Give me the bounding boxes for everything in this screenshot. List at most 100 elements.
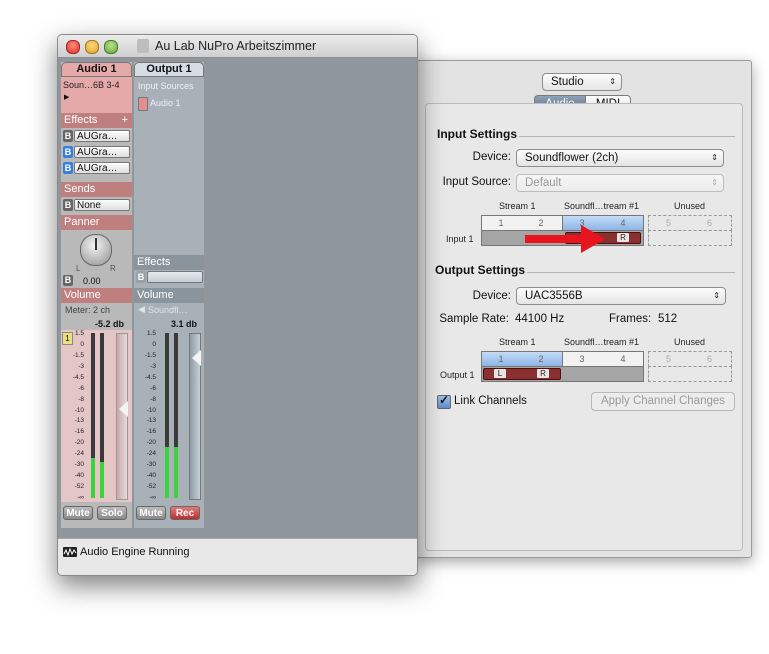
effect-select[interactable]: AUGra… bbox=[74, 130, 130, 142]
out-channel-5: 5 bbox=[665, 354, 671, 364]
volume-fader-handle[interactable] bbox=[119, 401, 128, 417]
input-device-label: Device: bbox=[472, 151, 511, 163]
bypass-badge[interactable]: B bbox=[63, 146, 73, 158]
output-settings-title: Output Settings bbox=[435, 263, 525, 277]
output-device-label: Device: bbox=[472, 290, 511, 302]
output-effect-slot[interactable]: B bbox=[136, 271, 204, 284]
bypass-badge[interactable]: B bbox=[136, 271, 146, 283]
mixer-window: Au Lab NuPro Arbeitszimmer Audio 1 Soun…… bbox=[57, 34, 418, 576]
db-tick-label: -40 bbox=[146, 472, 156, 480]
out-channel-6: 6 bbox=[706, 354, 712, 364]
effects-label: Effects bbox=[64, 114, 98, 126]
updown-arrow-icon: ⇕ bbox=[711, 153, 718, 162]
audio-strip-header[interactable]: Audio 1 bbox=[61, 62, 132, 77]
effect-slot-3[interactable]: B AUGra… bbox=[63, 162, 131, 175]
meter-info: Meter: 2 ch bbox=[65, 305, 111, 315]
effect-slot-2[interactable]: B AUGra… bbox=[63, 146, 131, 159]
output-meter-right-fill bbox=[174, 446, 178, 498]
db-tick-label: -6 bbox=[150, 384, 156, 392]
effect-select[interactable]: AUGra… bbox=[74, 146, 130, 158]
studio-popup[interactable]: Studio ⇕ bbox=[542, 73, 622, 91]
db-tick-label: -40 bbox=[74, 472, 84, 480]
out-channel-2[interactable]: 2 bbox=[521, 352, 561, 366]
zoom-button[interactable] bbox=[104, 40, 118, 54]
db-tick-label: -24 bbox=[74, 450, 84, 458]
meter-right-fill bbox=[100, 461, 104, 498]
out-channel-marker[interactable]: L R bbox=[483, 368, 561, 380]
waveform-icon bbox=[63, 547, 77, 557]
db-tick-label: -∞ bbox=[77, 494, 84, 501]
db-tick-label: -4.5 bbox=[144, 373, 156, 381]
close-button[interactable] bbox=[66, 40, 80, 54]
solo-button[interactable]: Solo bbox=[97, 506, 127, 520]
output-mute-button[interactable]: Mute bbox=[136, 506, 166, 520]
db-tick-label: -20 bbox=[146, 439, 156, 447]
frames-label: Frames: bbox=[609, 313, 652, 325]
db-tick-label: -20 bbox=[74, 439, 84, 447]
in-unused-row bbox=[648, 230, 732, 246]
input-source-item[interactable]: Audio 1 bbox=[150, 98, 181, 108]
output-fader-handle[interactable] bbox=[192, 350, 201, 366]
bypass-badge[interactable]: B bbox=[63, 199, 73, 211]
input-device-popup[interactable]: Soundflower (2ch) ⇕ bbox=[516, 149, 724, 167]
output-meter-right bbox=[174, 333, 178, 498]
out-channel-3[interactable]: 3 bbox=[562, 352, 602, 366]
play-triangle-icon[interactable]: ▶ bbox=[64, 93, 69, 101]
output-device-popup[interactable]: UAC3556B ⇕ bbox=[516, 287, 726, 305]
out-stream2-label: Soundfl…tream #1 bbox=[564, 337, 640, 347]
in-channel-4[interactable]: 4 bbox=[603, 216, 643, 230]
out-marker-l: L bbox=[494, 369, 506, 378]
input-device-value: Soundflower (2ch) bbox=[525, 152, 619, 164]
send-slot[interactable]: B None bbox=[63, 199, 131, 212]
audio-input-source[interactable]: Soun…6B 3-4 bbox=[63, 80, 120, 90]
input-settings-rule bbox=[519, 136, 735, 137]
pan-knob[interactable] bbox=[80, 234, 112, 266]
link-channels-checkbox[interactable]: ✓ bbox=[437, 393, 451, 409]
effect-select[interactable]: AUGra… bbox=[74, 162, 130, 174]
add-effect-button[interactable]: + bbox=[122, 113, 128, 128]
out-channel-1[interactable]: 1 bbox=[481, 352, 521, 366]
db-tick-label: -∞ bbox=[149, 494, 156, 501]
volume-section-header: Volume bbox=[61, 288, 132, 303]
out-channel-4[interactable]: 4 bbox=[603, 352, 643, 366]
db-tick-label: 1.5 bbox=[74, 330, 84, 337]
mute-button[interactable]: Mute bbox=[63, 506, 93, 520]
db-tick-label: -10 bbox=[146, 406, 156, 414]
output-strip-header[interactable]: Output 1 bbox=[134, 62, 204, 77]
pan-right-label: R bbox=[110, 264, 116, 273]
out-row-label: Output 1 bbox=[440, 370, 475, 380]
meter-right bbox=[100, 333, 104, 498]
audio-settings-panel: Studio ⇕ Audio MIDI Input Settings Devic… bbox=[416, 60, 752, 558]
minimize-button[interactable] bbox=[85, 40, 99, 54]
out-unused-label: Unused bbox=[674, 337, 706, 347]
output-meter-left bbox=[165, 333, 169, 498]
output-effects-header: Effects bbox=[134, 255, 204, 270]
apply-channel-changes-button[interactable]: Apply Channel Changes bbox=[591, 392, 735, 411]
db-tick-label: -52 bbox=[74, 483, 84, 491]
db-tick-label: 0 bbox=[152, 340, 156, 348]
bypass-badge[interactable]: B bbox=[63, 162, 73, 174]
app-icon bbox=[137, 39, 149, 53]
waveform-glyph bbox=[63, 547, 77, 557]
volume-level: -5.2 db bbox=[95, 319, 125, 329]
effects-section-header: Effects + bbox=[61, 113, 132, 128]
pan-bypass-badge[interactable]: B bbox=[63, 275, 73, 286]
in-channel-1[interactable]: 1 bbox=[481, 216, 521, 230]
panner-section-header: Panner bbox=[61, 215, 132, 230]
db-tick-label: -8 bbox=[78, 395, 84, 403]
effect-select[interactable] bbox=[147, 271, 203, 283]
db-tick-label: -3 bbox=[78, 362, 84, 370]
db-tick-label: 0 bbox=[80, 340, 84, 348]
input-sources-label: Input Sources bbox=[138, 81, 194, 91]
db-tick-label: -1.5 bbox=[72, 351, 84, 359]
send-select[interactable]: None bbox=[74, 199, 130, 211]
db-tick-label: -24 bbox=[146, 450, 156, 458]
studio-popup-label: Studio bbox=[551, 76, 584, 88]
bypass-badge[interactable]: B bbox=[63, 130, 73, 142]
meter-left bbox=[91, 333, 95, 498]
status-text: Audio Engine Running bbox=[80, 546, 190, 558]
db-tick-label: -16 bbox=[74, 428, 84, 436]
input-source-value: Default bbox=[525, 177, 562, 189]
effect-slot-1[interactable]: B AUGra… bbox=[63, 130, 131, 143]
record-button[interactable]: Rec bbox=[170, 506, 200, 520]
